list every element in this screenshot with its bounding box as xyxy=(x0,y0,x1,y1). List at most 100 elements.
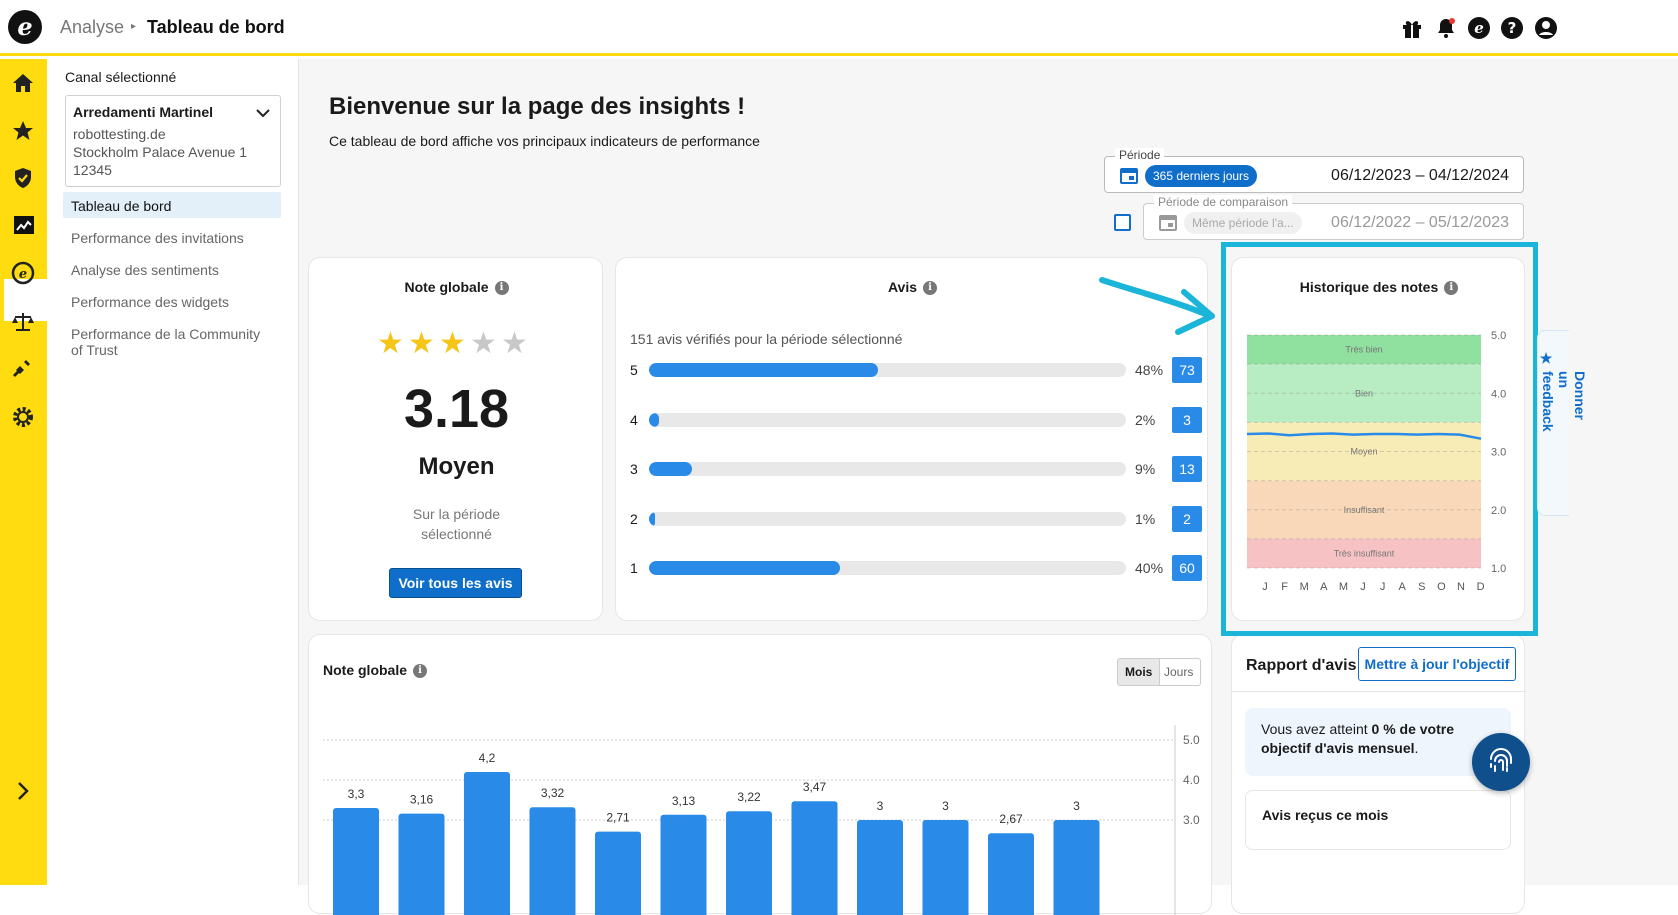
nav-item-sentiments[interactable]: Analyse des sentiments xyxy=(63,256,281,282)
period-range: 06/12/2023 – 04/12/2024 xyxy=(1331,167,1509,184)
breadcrumb-current: Tableau de bord xyxy=(147,17,285,37)
bar-chart: 5.0 4.0 3.0 3,3 3,16 4,2 3,32 2,71 3,13 3,22 3,47 3… xyxy=(323,725,1200,915)
avis-row-star: 5 xyxy=(630,362,638,378)
info-icon[interactable]: i xyxy=(413,664,428,679)
avis-row-star: 3 xyxy=(630,461,638,477)
trusted-shops-e-icon[interactable]: e xyxy=(1467,16,1491,40)
avis-row-star: 4 xyxy=(630,411,638,428)
view-all-reviews-button[interactable]: Voir tous les avis xyxy=(389,568,522,598)
rating-label: Moyen xyxy=(418,453,495,480)
comparison-checkbox[interactable] xyxy=(1114,214,1131,231)
bar-value-label: 3 xyxy=(877,799,884,813)
avis-row-track xyxy=(649,412,1126,427)
avis-row-fill xyxy=(649,462,692,476)
star-icon[interactable] xyxy=(11,119,35,143)
nav-item-community-line2: of Trust xyxy=(71,342,118,358)
bar xyxy=(333,808,379,915)
bar xyxy=(464,772,510,915)
nav-item-community-line1: Performance de la Community xyxy=(71,326,261,342)
bar xyxy=(857,820,903,915)
svg-text:?: ? xyxy=(1508,19,1517,37)
comparison-chip[interactable]: Même période l'a... xyxy=(1184,212,1302,234)
star-filled-icon: ★ xyxy=(408,327,435,360)
monthly-received-label: Avis reçus ce mois xyxy=(1262,807,1389,823)
comparison-range: 06/12/2022 – 05/12/2023 xyxy=(1331,214,1509,231)
avis-row[interactable]: 4 2% 3 xyxy=(630,406,1202,433)
avis-row[interactable]: 5 48% 73 xyxy=(630,357,1202,383)
nav-item-invitations[interactable]: Performance des invitations xyxy=(63,224,281,250)
avis-row-count: 73 xyxy=(1172,357,1202,383)
bar xyxy=(791,801,838,915)
home-icon[interactable] xyxy=(11,71,35,95)
secondary-sidebar: Canal sélectionné Arredamenti Martinel r… xyxy=(47,59,299,885)
monthly-received-box: Avis reçus ce mois xyxy=(1245,790,1511,850)
avis-row-fill xyxy=(649,363,878,377)
gift-icon[interactable] xyxy=(1400,16,1424,40)
avis-row-count: 13 xyxy=(1172,456,1202,482)
avis-total: 151 avis vérifiés pour la période sélect… xyxy=(630,331,903,347)
avis-row[interactable]: 2 1% 2 xyxy=(630,505,1202,532)
nav-item-widgets[interactable]: Performance des widgets xyxy=(63,288,281,314)
channel-postcode: 12345 xyxy=(73,162,112,178)
avis-row[interactable]: 3 9% 13 xyxy=(630,456,1202,482)
rapport-title: Rapport d'avis xyxy=(1246,657,1357,674)
fingerprint-fab[interactable] xyxy=(1472,733,1530,791)
period-selector[interactable]: Période 365 derniers jours 06/12/2023 – … xyxy=(1104,148,1524,193)
account-icon[interactable] xyxy=(1534,16,1558,40)
feedback-label: ★ Donner un feedback xyxy=(1539,351,1588,432)
y-tick-label: 4.0 xyxy=(1183,773,1200,787)
help-icon[interactable]: ? xyxy=(1500,16,1524,40)
calendar-icon xyxy=(1120,168,1138,184)
bell-icon[interactable] xyxy=(1434,16,1458,40)
scale-icon[interactable] xyxy=(11,310,35,334)
bar xyxy=(922,820,969,915)
goal-text-pre: Vous avez atteint xyxy=(1261,721,1372,737)
bar-card-title: Note globale i xyxy=(323,662,428,679)
breadcrumb-parent[interactable]: Analyse xyxy=(60,17,124,38)
bar-value-label: 3,16 xyxy=(410,793,434,807)
bar-value-label: 3,22 xyxy=(737,790,761,804)
gear-icon[interactable] xyxy=(11,405,35,429)
calendar-icon-disabled xyxy=(1159,215,1177,231)
toggle-days[interactable]: Jours xyxy=(1157,658,1202,686)
y-tick-label: 3.0 xyxy=(1183,813,1200,827)
avis-row-percent: 2% xyxy=(1135,411,1156,428)
info-icon[interactable]: i xyxy=(494,281,509,296)
avis-row-count: 3 xyxy=(1172,406,1202,433)
bar-value-label: 3,13 xyxy=(672,794,696,808)
bar xyxy=(988,833,1034,915)
page-subtitle: Ce tableau de bord affiche vos principau… xyxy=(329,133,760,149)
bar xyxy=(1053,820,1100,915)
star-filled-icon: ★ xyxy=(439,327,466,360)
comparison-period-selector[interactable]: Période de comparaison Même période l'a.… xyxy=(1143,195,1524,240)
shield-check-icon[interactable] xyxy=(11,166,35,190)
info-icon[interactable]: i xyxy=(923,281,938,296)
channel-selector[interactable]: Arredamenti Martinel robottesting.de Sto… xyxy=(65,95,281,187)
bar-card-title-text: Note globale xyxy=(323,662,408,678)
plug-icon[interactable] xyxy=(11,357,35,381)
period-label: Période xyxy=(1115,148,1165,162)
divider xyxy=(1232,691,1526,692)
trusted-shops-logo[interactable]: e xyxy=(8,10,42,44)
period-chip[interactable]: 365 derniers jours xyxy=(1145,165,1258,187)
note-globale-title: Note globale i xyxy=(309,279,604,296)
nav-item-dashboard[interactable]: Tableau de bord xyxy=(63,192,281,218)
avis-row-track xyxy=(649,462,1126,476)
feedback-tab[interactable]: ★ Donner un feedback xyxy=(1537,330,1588,516)
bar-value-label: 3,3 xyxy=(348,787,365,801)
trusted-e-icon[interactable]: e xyxy=(11,261,35,285)
avis-row-fill xyxy=(649,511,655,526)
toggle-months[interactable]: Mois xyxy=(1117,658,1161,686)
period-note: Sur la période sélectionné xyxy=(412,506,501,542)
avis-row[interactable]: 1 40% 60 xyxy=(630,555,1202,581)
bar xyxy=(398,813,445,915)
update-goal-button[interactable]: Mettre à jour l'objectif xyxy=(1358,647,1516,681)
nav-item-community[interactable]: Performance de la Community of Trust xyxy=(63,320,281,360)
bar-value-label: 3 xyxy=(1073,799,1080,813)
note-globale-title-text: Note globale xyxy=(404,279,489,295)
expand-chevron-icon[interactable] xyxy=(11,779,35,803)
bar xyxy=(595,831,641,915)
avis-row-count: 60 xyxy=(1172,555,1202,581)
goal-text-bold2: d'avis mensuel xyxy=(1314,740,1415,756)
analytics-icon[interactable] xyxy=(12,213,36,237)
